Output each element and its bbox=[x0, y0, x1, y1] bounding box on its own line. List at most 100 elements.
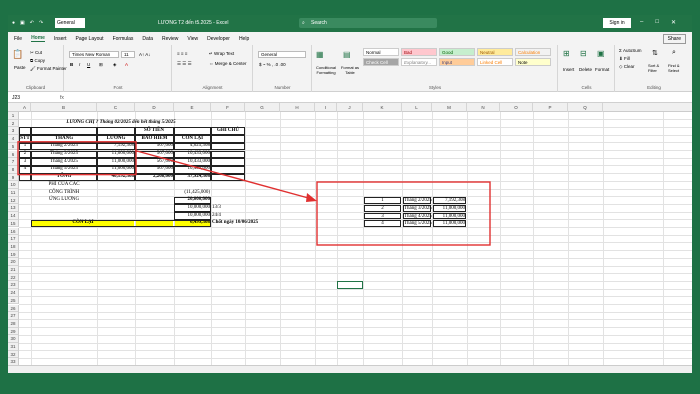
copy-stt[interactable]: 3 bbox=[364, 212, 401, 220]
row-header-2[interactable]: 2 bbox=[8, 119, 19, 128]
row-header-9[interactable]: 9 bbox=[8, 173, 19, 182]
tab-file[interactable]: File bbox=[14, 36, 22, 42]
column-header-I[interactable]: I bbox=[315, 103, 337, 112]
align-left-icon[interactable]: ☰ ☰ ☰ bbox=[177, 61, 192, 67]
copy-luong[interactable]: 11,000,000 bbox=[433, 204, 466, 212]
paste-icon[interactable]: 📋 bbox=[12, 49, 23, 60]
worksheet-grid[interactable]: ABCDEFGHIJKLMNOPQ 1 2 3 4 5 6 7 8 9 10 11 12 13 14 15 1… bbox=[8, 103, 692, 365]
font-grow-icon[interactable]: A↑ A↓ bbox=[139, 52, 151, 57]
copy-thang[interactable]: Tháng 2/2025 bbox=[403, 197, 432, 204]
font-size-combo[interactable]: 11 bbox=[121, 51, 135, 58]
sort-filter-icon[interactable]: ⇅ bbox=[652, 49, 658, 57]
delete-cells-icon[interactable]: ⊟ bbox=[580, 49, 587, 58]
chot-date[interactable]: Chốt ngày 10/06/2025 bbox=[212, 220, 279, 227]
copy-luong[interactable]: 11,000,000 bbox=[433, 212, 466, 220]
tab-view[interactable]: View bbox=[187, 36, 198, 42]
row-header-26[interactable]: 26 bbox=[8, 304, 19, 313]
row-header-3[interactable]: 3 bbox=[8, 127, 19, 136]
merge-center-button[interactable]: ⇔ Merge & Center bbox=[209, 61, 247, 66]
tab-developer[interactable]: Developer bbox=[207, 36, 230, 42]
style-good[interactable]: Good bbox=[439, 48, 475, 56]
fill-button[interactable]: ⬇ Fill bbox=[619, 56, 630, 62]
phi-line-3[interactable]: ỨNG LƯƠNG bbox=[32, 197, 96, 204]
column-header-E[interactable]: E bbox=[174, 103, 211, 112]
cut-button[interactable]: ✂ Cut bbox=[30, 50, 42, 56]
fx-icon[interactable]: fx bbox=[60, 95, 64, 102]
underline-button[interactable]: U bbox=[87, 62, 90, 67]
row-header-13[interactable]: 13 bbox=[8, 204, 19, 213]
autosave-icon[interactable]: ● bbox=[12, 20, 15, 26]
format-as-table-button[interactable]: Format as Table bbox=[339, 65, 361, 75]
row-header-21[interactable]: 21 bbox=[8, 266, 19, 274]
clear-button[interactable]: ◇ Clear bbox=[619, 64, 634, 70]
copy-stt[interactable]: 2 bbox=[364, 204, 401, 212]
copy-stt[interactable]: 4 bbox=[364, 220, 401, 227]
align-top-icon[interactable]: ≡ ≡ ≡ bbox=[177, 51, 187, 56]
font-color-icon[interactable]: A bbox=[125, 62, 128, 67]
row-header-1[interactable]: 1 bbox=[8, 112, 19, 120]
column-header-Q[interactable]: Q bbox=[568, 103, 603, 112]
column-header-D[interactable]: D bbox=[135, 103, 174, 112]
style-calculation[interactable]: Calculation bbox=[515, 48, 551, 56]
number-format-combo[interactable]: General bbox=[258, 51, 306, 58]
row-header-8[interactable]: 8 bbox=[8, 165, 19, 174]
tab-help[interactable]: Help bbox=[239, 36, 249, 42]
sheet-title[interactable]: LƯƠNG CHỊ ? Tháng 02/2025 đến hết tháng … bbox=[32, 120, 210, 127]
undo-icon[interactable]: ↶ bbox=[30, 20, 34, 26]
italic-button[interactable]: I bbox=[79, 62, 80, 67]
format-cells-icon[interactable]: ▣ bbox=[597, 49, 605, 58]
row-header-25[interactable]: 25 bbox=[8, 296, 19, 305]
copy-luong[interactable]: 11,000,000 bbox=[433, 220, 466, 227]
copy-thang[interactable]: Tháng 5/2025 bbox=[403, 220, 432, 227]
format-painter-button[interactable]: 🖌 Format Painter bbox=[30, 66, 67, 72]
name-box[interactable]: J23 bbox=[10, 95, 50, 102]
row-header-18[interactable]: 18 bbox=[8, 242, 19, 251]
fill-color-icon[interactable]: ◈ bbox=[113, 62, 116, 68]
close-icon[interactable]: ✕ bbox=[671, 19, 676, 26]
redo-icon[interactable]: ↷ bbox=[39, 20, 43, 26]
selected-cell-j23[interactable] bbox=[337, 281, 363, 290]
column-header-H[interactable]: H bbox=[280, 103, 315, 112]
row-header-5[interactable]: 5 bbox=[8, 142, 19, 151]
conditional-formatting-icon[interactable]: ▦ bbox=[316, 50, 324, 59]
phi-value[interactable]: (11,425,000) bbox=[175, 190, 210, 197]
row-header-19[interactable]: 19 bbox=[8, 250, 19, 259]
column-header-O[interactable]: O bbox=[500, 103, 533, 112]
row-header-6[interactable]: 6 bbox=[8, 150, 19, 159]
delete-cells-button[interactable]: Delete bbox=[579, 67, 592, 72]
row-header-12[interactable]: 12 bbox=[8, 196, 19, 205]
copy-thang[interactable]: Tháng 4/2025 bbox=[403, 212, 432, 220]
copy-button[interactable]: ⧉ Copy bbox=[30, 58, 45, 63]
save-icon[interactable]: ▣ bbox=[20, 20, 25, 26]
copy-thang[interactable]: Tháng 3/2025 bbox=[403, 204, 432, 212]
row-header-4[interactable]: 4 bbox=[8, 135, 19, 143]
column-header-K[interactable]: K bbox=[363, 103, 402, 112]
row-header-15[interactable]: 15 bbox=[8, 219, 19, 228]
phi-line-2[interactable]: CÔNG TRÌNH bbox=[32, 190, 96, 197]
row-header-28[interactable]: 28 bbox=[8, 319, 19, 328]
insert-cells-icon[interactable]: ⊞ bbox=[563, 49, 570, 58]
copy-luong[interactable]: 7,192,308 bbox=[433, 197, 466, 204]
tab-formulas[interactable]: Formulas bbox=[113, 36, 134, 42]
ung2-note[interactable]: 24/4 bbox=[212, 213, 244, 220]
bold-button[interactable]: B bbox=[70, 62, 73, 67]
borders-icon[interactable]: ⊞ bbox=[99, 62, 103, 68]
row-header-30[interactable]: 30 bbox=[8, 335, 19, 343]
sign-in-button[interactable]: Sign in bbox=[603, 18, 631, 28]
find-select-icon[interactable]: ⌕ bbox=[672, 49, 676, 57]
sort-filter-button[interactable]: Sort & Filter bbox=[648, 63, 666, 73]
style-neutral[interactable]: Neutral bbox=[477, 48, 513, 56]
tab-review[interactable]: Review bbox=[162, 36, 178, 42]
row-header-24[interactable]: 24 bbox=[8, 289, 19, 297]
copy-stt[interactable]: 1 bbox=[364, 197, 401, 204]
column-header-P[interactable]: P bbox=[533, 103, 568, 112]
phi-line-1[interactable]: PHÍ CỦA CÁC bbox=[32, 182, 96, 189]
conditional-formatting-button[interactable]: Conditional Formatting bbox=[314, 65, 338, 75]
minimize-icon[interactable]: – bbox=[640, 19, 643, 26]
maximize-icon[interactable]: □ bbox=[655, 19, 659, 26]
format-as-table-icon[interactable]: ▤ bbox=[343, 50, 351, 59]
row-header-14[interactable]: 14 bbox=[8, 212, 19, 220]
row-header-11[interactable]: 11 bbox=[8, 189, 19, 197]
row-header-29[interactable]: 29 bbox=[8, 327, 19, 336]
column-header-B[interactable]: B bbox=[31, 103, 97, 112]
